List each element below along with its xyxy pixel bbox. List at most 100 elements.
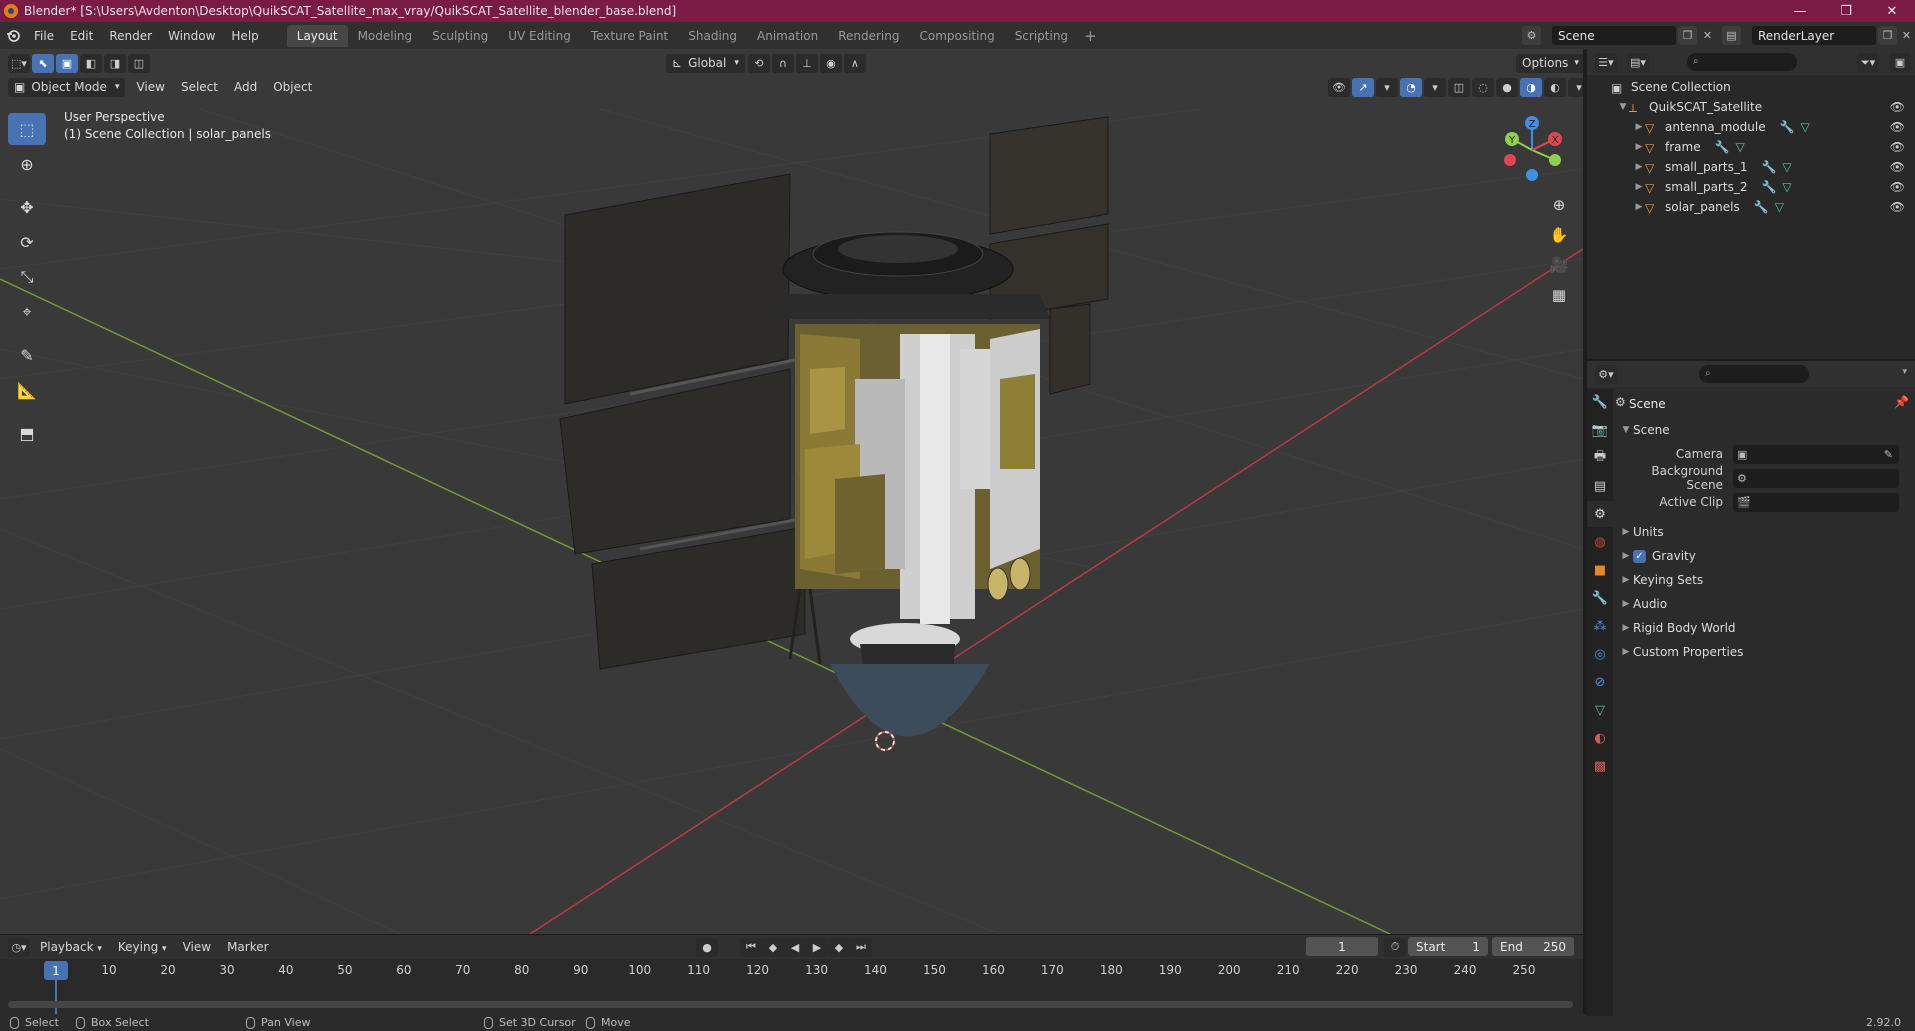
blender-menu-icon[interactable] bbox=[0, 25, 26, 47]
transform-orientation-dropdown[interactable]: ⊾ Global ▾ bbox=[666, 53, 745, 73]
visibility-eye-icon[interactable]: 👁 bbox=[1890, 200, 1905, 214]
filter-icon[interactable]: ⏷▾ bbox=[1857, 53, 1879, 72]
tab-material-icon[interactable]: ◐ bbox=[1587, 725, 1613, 751]
modifier-wrench-icon[interactable]: 🔧 bbox=[1761, 180, 1776, 194]
snap-icon[interactable]: ∩ bbox=[771, 53, 794, 73]
select-mode-subtract-icon[interactable]: ◨ bbox=[104, 53, 126, 73]
tab-modeling[interactable]: Modeling bbox=[348, 25, 423, 47]
modifier-wrench-icon[interactable]: 🔧 bbox=[1780, 120, 1795, 134]
rotate-tool-icon[interactable]: ⟳ bbox=[8, 226, 46, 258]
outliner-editor[interactable]: ☰▾ ▤▾ ⌕ ⏷▾ ▣ ▣ Scene Collection ▼ ⟂ Quik… bbox=[1587, 49, 1915, 359]
use-preview-range-icon[interactable]: ⏱ bbox=[1384, 937, 1406, 957]
zoom-icon[interactable]: ⊕ bbox=[1545, 191, 1573, 219]
scene-name-field[interactable]: Scene bbox=[1552, 26, 1676, 45]
properties-editor-type-icon[interactable]: ⚙▾ bbox=[1595, 365, 1617, 384]
outliner-row-quikscat[interactable]: ▼ ⟂ QuikSCAT_Satellite 👁 bbox=[1587, 97, 1915, 117]
eyedropper-icon[interactable]: ✎ bbox=[1884, 448, 1893, 461]
visibility-eye-icon[interactable]: 👁 bbox=[1890, 100, 1905, 114]
expand-arrow-icon[interactable]: ▶ bbox=[1633, 122, 1645, 132]
next-keyframe-icon[interactable]: ◆ bbox=[828, 937, 850, 957]
menu-object[interactable]: Object bbox=[265, 80, 320, 94]
expand-arrow-icon[interactable]: ▼ bbox=[1617, 102, 1629, 112]
menu-file[interactable]: File bbox=[26, 25, 62, 47]
tab-scene-icon[interactable]: ⚙ bbox=[1587, 501, 1613, 527]
shading-wireframe-icon[interactable]: ◌ bbox=[1472, 77, 1494, 97]
menu-render[interactable]: Render bbox=[101, 25, 160, 47]
select-mode-new-icon[interactable]: ▣ bbox=[56, 53, 78, 73]
new-view-layer-icon[interactable]: ❐ bbox=[1878, 26, 1897, 45]
overlays-toggle-icon[interactable]: ◔ bbox=[1400, 77, 1422, 97]
tab-render-icon[interactable]: 📷 bbox=[1587, 417, 1613, 443]
view-layer-field[interactable]: RenderLayer bbox=[1752, 26, 1876, 45]
timeline-editor[interactable]: ◷▾ Playback ▾ Keying ▾ View Marker ● ⏮ ◆… bbox=[0, 934, 1583, 1015]
camera-field[interactable]: ▣ ✎ bbox=[1733, 444, 1899, 464]
tab-compositing[interactable]: Compositing bbox=[909, 25, 1004, 47]
remove-view-layer-icon[interactable]: ✕ bbox=[1897, 26, 1915, 45]
jump-end-icon[interactable]: ⏭ bbox=[850, 937, 872, 957]
menu-add[interactable]: Add bbox=[226, 80, 265, 94]
outliner-row-object[interactable]: ▶ ▽ small_parts_1 🔧 ▽ 👁 bbox=[1587, 157, 1915, 177]
tab-scripting[interactable]: Scripting bbox=[1005, 25, 1078, 47]
jump-start-icon[interactable]: ⏮ bbox=[740, 937, 762, 957]
record-icon[interactable]: ● bbox=[696, 937, 718, 957]
panel-audio[interactable]: ▶ Audio bbox=[1615, 593, 1915, 615]
editor-type-icon[interactable]: ⬚▾ bbox=[8, 53, 30, 73]
new-scene-icon[interactable]: ❐ bbox=[1678, 26, 1697, 45]
mesh-data-icon[interactable]: ▽ bbox=[1801, 120, 1810, 134]
expand-arrow-icon[interactable]: ▶ bbox=[1633, 162, 1645, 172]
menu-view[interactable]: View bbox=[128, 80, 172, 94]
panel-scene-header[interactable]: ▼ Scene bbox=[1615, 419, 1915, 441]
snap-target-icon[interactable]: ⊥ bbox=[795, 53, 818, 73]
shading-rendered-icon[interactable]: ◐ bbox=[1544, 77, 1566, 97]
visibility-eye-icon[interactable]: 👁 bbox=[1890, 120, 1905, 134]
outliner-row-scene-collection[interactable]: ▣ Scene Collection bbox=[1587, 77, 1915, 97]
expand-arrow-icon[interactable]: ▶ bbox=[1633, 182, 1645, 192]
panel-units[interactable]: ▶ Units bbox=[1615, 521, 1915, 543]
visibility-eye-icon[interactable]: 👁 bbox=[1890, 160, 1905, 174]
add-cube-tool-icon[interactable]: ⬒ bbox=[8, 417, 46, 449]
measure-tool-icon[interactable]: 📐 bbox=[8, 374, 46, 406]
tab-uv-editing[interactable]: UV Editing bbox=[498, 25, 581, 47]
properties-editor[interactable]: ⚙▾ ⌕ ▾ 🔧 📷 🖶 ▤ ⚙ ◍ ■ 🔧 ⁂ ◎ ⊘ ▽ ◐ ▩ ⚙ Sce… bbox=[1587, 359, 1915, 1016]
pin-icon[interactable]: 📌 bbox=[1894, 395, 1909, 409]
panel-keying-sets[interactable]: ▶ Keying Sets bbox=[1615, 569, 1915, 591]
mesh-data-icon[interactable]: ▽ bbox=[1782, 160, 1791, 174]
timeline-editor-type-icon[interactable]: ◷▾ bbox=[8, 937, 30, 957]
shading-options-icon[interactable]: ▾ bbox=[1568, 77, 1583, 97]
outliner-row-object[interactable]: ▶ ▽ small_parts_2 🔧 ▽ 👁 bbox=[1587, 177, 1915, 197]
restore-button[interactable]: ❐ bbox=[1823, 0, 1869, 22]
tab-sculpting[interactable]: Sculpting bbox=[422, 25, 498, 47]
tab-tool-icon[interactable]: 🔧 bbox=[1587, 389, 1613, 415]
display-mode-icon[interactable]: ▤▾ bbox=[1627, 53, 1649, 72]
menu-marker[interactable]: Marker bbox=[219, 940, 276, 954]
view-layer-browse-icon[interactable]: ▤ bbox=[1722, 26, 1741, 45]
shading-material-icon[interactable]: ◑ bbox=[1520, 77, 1542, 97]
mesh-data-icon[interactable]: ▽ bbox=[1782, 180, 1791, 194]
tab-texture-icon[interactable]: ▩ bbox=[1587, 753, 1613, 779]
tab-rendering[interactable]: Rendering bbox=[828, 25, 909, 47]
panel-gravity[interactable]: ▶ ✓ Gravity bbox=[1615, 545, 1915, 567]
modifier-wrench-icon[interactable]: 🔧 bbox=[1715, 140, 1730, 154]
move-tool-icon[interactable]: ✥ bbox=[8, 191, 46, 223]
outliner-row-object[interactable]: ▶ ▽ solar_panels 🔧 ▽ 👁 bbox=[1587, 197, 1915, 217]
outliner-editor-type-icon[interactable]: ☰▾ bbox=[1595, 53, 1617, 72]
modifier-wrench-icon[interactable]: 🔧 bbox=[1761, 160, 1776, 174]
remove-scene-icon[interactable]: ✕ bbox=[1698, 26, 1717, 45]
cursor-tool-icon[interactable]: ⊕ bbox=[8, 148, 46, 180]
3d-viewport[interactable]: ⬚▾ ⬉ ▣ ◧ ◨ ◫ ⊾ Global ▾ ⟲ ∩ ⊥ ◉ ∧ Options ▾… bbox=[0, 49, 1583, 934]
visibility-eye-icon[interactable]: 👁 bbox=[1890, 140, 1905, 154]
tab-output-icon[interactable]: 🖶 bbox=[1587, 445, 1613, 471]
background-scene-field[interactable]: ⚙ bbox=[1733, 468, 1899, 488]
add-workspace-icon[interactable]: + bbox=[1078, 27, 1103, 45]
tab-object-icon[interactable]: ■ bbox=[1587, 557, 1613, 583]
expand-arrow-icon[interactable]: ▶ bbox=[1633, 202, 1645, 212]
proportional-editing-icon[interactable]: ◉ bbox=[819, 53, 842, 73]
end-frame-field[interactable]: End 250 bbox=[1492, 937, 1574, 956]
menu-edit[interactable]: Edit bbox=[62, 25, 101, 47]
panel-custom-properties[interactable]: ▶ Custom Properties bbox=[1615, 641, 1915, 663]
xray-toggle-icon[interactable]: ◫ bbox=[1448, 77, 1470, 97]
scale-tool-icon[interactable]: ⤡ bbox=[8, 261, 46, 293]
select-box-tool-icon[interactable]: ⬚ bbox=[8, 113, 46, 145]
menu-timeline-view[interactable]: View bbox=[175, 940, 219, 954]
tab-world-icon[interactable]: ◍ bbox=[1587, 529, 1613, 555]
